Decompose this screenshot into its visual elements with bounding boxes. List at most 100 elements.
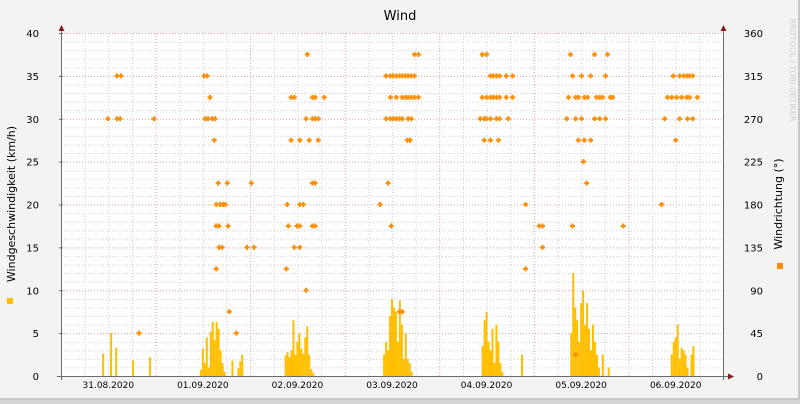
speed-bar bbox=[408, 363, 411, 376]
speed-bar bbox=[582, 290, 585, 376]
chart-title: Wind bbox=[384, 9, 417, 24]
speed-bar bbox=[288, 357, 291, 376]
speed-bar bbox=[237, 368, 240, 376]
x-tick-label: 03.09.2020 bbox=[366, 381, 418, 391]
speed-bar bbox=[296, 341, 299, 376]
speed-bar bbox=[499, 363, 502, 376]
speed-bar bbox=[591, 324, 594, 376]
speed-bar bbox=[213, 339, 216, 376]
y-tick-label: 40 bbox=[26, 29, 39, 40]
speed-bar bbox=[686, 367, 689, 376]
speed-bar bbox=[521, 354, 524, 376]
speed-bar bbox=[290, 350, 293, 376]
speed-bar bbox=[497, 341, 500, 376]
speed-bar bbox=[674, 337, 677, 376]
x-tick-label: 02.09.2020 bbox=[272, 381, 324, 391]
speed-bar bbox=[298, 333, 301, 376]
x-tick-label: 01.09.2020 bbox=[177, 381, 229, 391]
speed-bar bbox=[292, 320, 295, 376]
speed-bar bbox=[485, 311, 488, 376]
y-tick-label: 25 bbox=[26, 158, 39, 169]
y2-axis-label: Windrichtung (°) bbox=[772, 158, 785, 249]
speed-bar bbox=[493, 363, 496, 376]
speed-bar bbox=[241, 354, 244, 376]
y2-tick-label: 90 bbox=[750, 286, 763, 297]
speed-bar bbox=[574, 307, 577, 376]
speed-bar bbox=[483, 320, 486, 376]
speed-bar bbox=[308, 354, 311, 376]
speed-bar bbox=[215, 321, 218, 376]
speed-bar bbox=[207, 367, 210, 376]
speed-bar bbox=[306, 326, 309, 376]
speed-bar bbox=[682, 350, 685, 376]
direction-legend-swatch bbox=[777, 263, 783, 269]
speed-bar bbox=[570, 333, 573, 376]
speed-bar bbox=[231, 360, 234, 376]
speed-bar bbox=[203, 363, 206, 376]
speed-bar bbox=[678, 358, 681, 376]
speed-bar bbox=[684, 354, 687, 376]
speed-bar bbox=[310, 369, 313, 376]
speed-bar bbox=[284, 355, 287, 376]
speed-bar bbox=[692, 345, 695, 376]
speed-bar bbox=[221, 363, 224, 376]
speed-bar bbox=[205, 337, 208, 376]
speed-bar bbox=[601, 354, 604, 376]
speed-bar bbox=[672, 341, 675, 376]
y2-tick-label: 360 bbox=[744, 29, 763, 40]
speed-bar bbox=[402, 358, 405, 376]
speed-bar bbox=[481, 345, 484, 376]
speed-bar bbox=[607, 367, 610, 376]
speed-bar bbox=[489, 350, 492, 376]
x-tick-label: 31.08.2020 bbox=[83, 381, 135, 391]
speed-bar bbox=[578, 341, 581, 376]
speed-bar bbox=[491, 328, 494, 376]
speed-bar bbox=[589, 350, 592, 376]
speed-bar bbox=[676, 324, 679, 376]
speed-bar bbox=[385, 341, 388, 376]
speed-bar bbox=[580, 303, 583, 376]
y2-tick-label: 225 bbox=[744, 158, 763, 169]
y2-tick-label: 180 bbox=[744, 201, 763, 212]
y2-tick-label: 270 bbox=[744, 115, 763, 126]
x-tick-label: 04.09.2020 bbox=[461, 381, 513, 391]
speed-bar bbox=[680, 347, 683, 376]
speed-bar bbox=[501, 371, 504, 376]
speed-bar bbox=[219, 350, 222, 376]
speed-bar bbox=[239, 361, 242, 376]
speed-bar bbox=[387, 350, 390, 376]
y-tick-label: 35 bbox=[26, 72, 39, 83]
y2-axis-arrow-icon bbox=[720, 25, 727, 31]
speed-bar bbox=[400, 324, 403, 376]
y-tick-label: 0 bbox=[33, 372, 39, 383]
speed-bar bbox=[211, 321, 214, 376]
y-tick-label: 15 bbox=[26, 243, 39, 254]
speed-legend-swatch bbox=[7, 298, 13, 304]
speed-bar bbox=[199, 369, 202, 376]
x-axis-arrow-icon bbox=[728, 373, 734, 380]
y2-tick-label: 45 bbox=[750, 329, 763, 340]
speed-bar bbox=[396, 341, 399, 376]
speed-bar bbox=[115, 347, 118, 376]
speed-bar bbox=[593, 341, 596, 376]
y2-tick-label: 135 bbox=[744, 243, 763, 254]
speed-bar bbox=[383, 354, 386, 376]
speed-bar bbox=[304, 337, 307, 376]
speed-bar bbox=[586, 303, 589, 376]
speed-bar bbox=[410, 371, 413, 376]
y-tick-label: 5 bbox=[33, 329, 39, 340]
speed-bar bbox=[495, 324, 498, 376]
y-tick-label: 20 bbox=[26, 201, 39, 212]
speed-bar bbox=[201, 348, 204, 376]
speed-bar bbox=[391, 298, 393, 376]
speed-bar bbox=[392, 307, 395, 376]
y-axis-label: Windgeschwindigkeit (km/h) bbox=[5, 126, 18, 282]
watermark: RRDTOOL / TOBI OETIKER bbox=[788, 18, 797, 121]
speed-bar bbox=[487, 341, 490, 376]
y-axis-arrow-icon bbox=[58, 25, 65, 31]
x-tick-label: 05.09.2020 bbox=[555, 381, 607, 391]
speed-bar bbox=[149, 357, 152, 376]
speed-bar bbox=[404, 333, 407, 376]
speed-bar bbox=[294, 354, 297, 376]
speed-bar bbox=[588, 328, 591, 376]
